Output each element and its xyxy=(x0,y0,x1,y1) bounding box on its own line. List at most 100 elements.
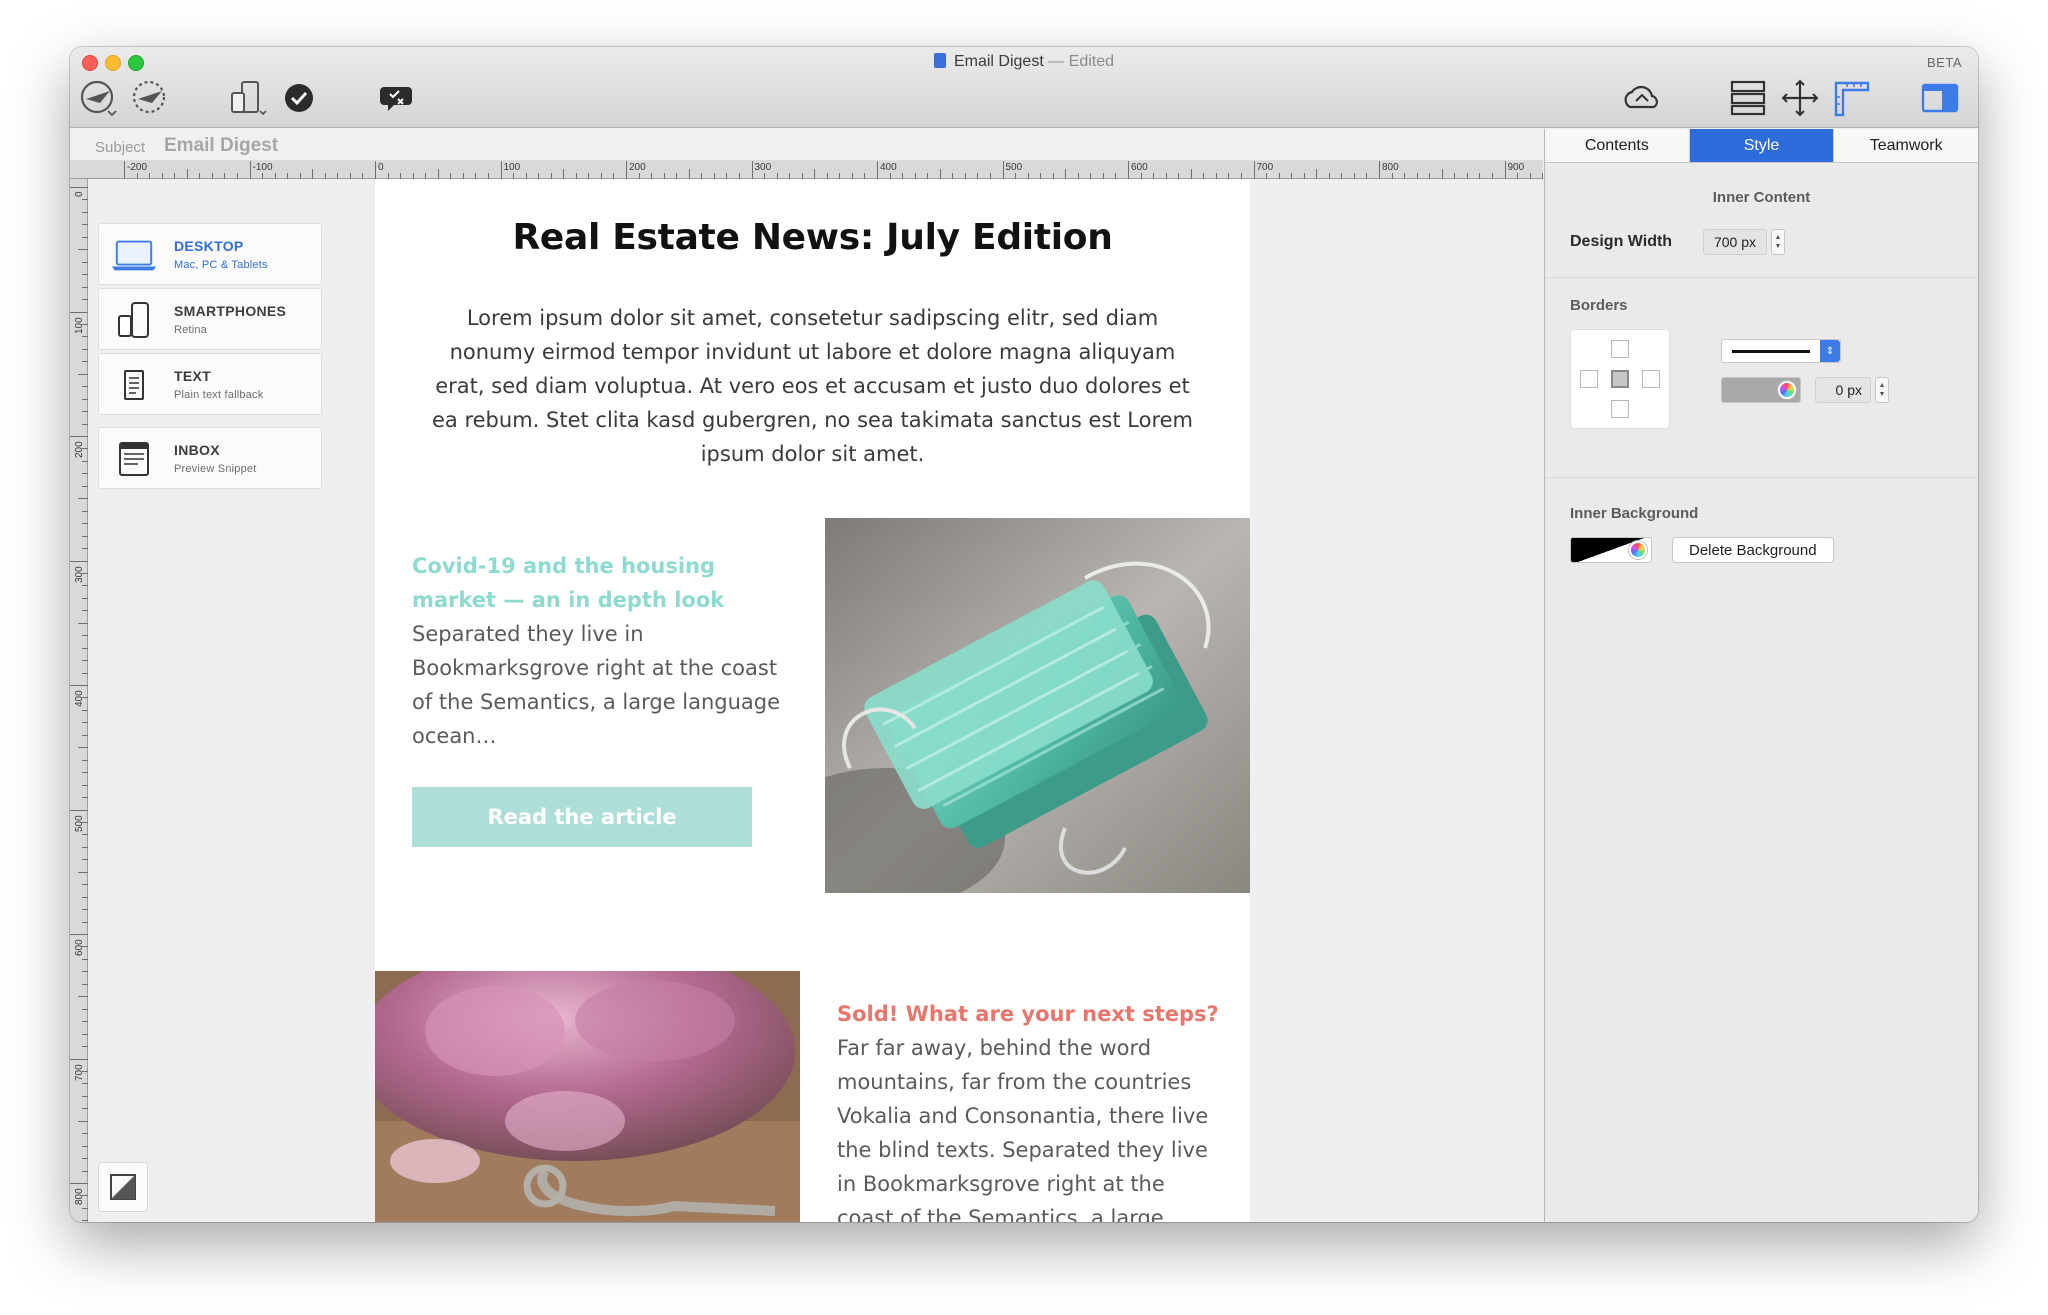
ruler-label: 500 xyxy=(1005,162,1023,173)
border-all-toggle[interactable] xyxy=(1611,370,1629,388)
ruler-tick xyxy=(70,311,88,313)
ruler-label: 300 xyxy=(74,565,85,583)
border-bottom-toggle[interactable] xyxy=(1611,400,1629,418)
spam-test-icon[interactable] xyxy=(378,79,422,117)
ruler-label: 0 xyxy=(378,162,384,173)
send-test-icon[interactable] xyxy=(78,79,122,117)
check-icon[interactable] xyxy=(282,79,316,117)
device-list: DESKTOP Mac, PC & Tablets SMARTPHONES Re… xyxy=(98,223,322,492)
layer-toggle-button[interactable] xyxy=(98,1162,148,1212)
ruler-tick xyxy=(1002,161,1004,179)
ruler-minor-tick xyxy=(1190,169,1192,179)
border-style-select[interactable]: ⇕ xyxy=(1721,339,1841,363)
border-left-toggle[interactable] xyxy=(1580,370,1598,388)
tab-teamwork[interactable]: Teamwork xyxy=(1834,129,1978,162)
device-subtitle: Mac, PC & Tablets xyxy=(174,259,268,271)
ruler-label: -200 xyxy=(127,162,148,173)
separator xyxy=(1545,277,1978,278)
borders-heading: Borders xyxy=(1570,297,1628,314)
ruler-minor-tick xyxy=(186,169,188,179)
ruler-tick xyxy=(70,809,88,811)
device-title: TEXT xyxy=(174,368,211,384)
ruler-tick xyxy=(1504,161,1506,179)
ruler-minor-tick xyxy=(1441,169,1443,179)
ruler-icon[interactable] xyxy=(1830,79,1874,117)
device-text[interactable]: TEXT Plain text fallback xyxy=(98,353,322,415)
ruler-label: 100 xyxy=(503,162,521,173)
ruler-label: 0 xyxy=(74,191,85,197)
document-name: Email Digest xyxy=(953,53,1044,70)
chevron-updown-icon: ⇕ xyxy=(1820,340,1840,362)
sidebar-toggle-icon[interactable] xyxy=(1918,79,1962,117)
device-inbox[interactable]: INBOX Preview Snippet xyxy=(98,427,322,489)
layout-blocks-icon[interactable] xyxy=(1726,79,1770,117)
email-title[interactable]: Real Estate News: July Edition xyxy=(375,217,1250,258)
tab-contents[interactable]: Contents xyxy=(1545,129,1690,162)
ruler-label: 300 xyxy=(754,162,772,173)
inbox-icon xyxy=(111,440,157,478)
ruler-minor-tick xyxy=(78,249,88,251)
border-top-toggle[interactable] xyxy=(1611,340,1629,358)
ruler-minor-tick xyxy=(939,169,941,179)
article-body[interactable]: Far far away, behind the word mountains,… xyxy=(837,1031,1227,1222)
schedule-send-icon[interactable] xyxy=(128,79,172,117)
device-preview-icon[interactable] xyxy=(226,79,270,117)
ruler-tick xyxy=(751,161,753,179)
toolbar: Email Digest — Edited BETA xyxy=(70,47,1978,128)
face-masks-image[interactable] xyxy=(825,518,1250,893)
article-heading[interactable]: Covid-19 and the housing market — an in … xyxy=(412,549,792,617)
email-preview: Real Estate News: July Edition Lorem ips… xyxy=(375,179,1250,1222)
layer-icon xyxy=(110,1174,136,1200)
subject-label: Subject xyxy=(95,139,146,156)
ruler-minor-tick xyxy=(688,169,690,179)
design-width-stepper[interactable]: ▲ ▼ xyxy=(1771,229,1785,255)
document-icon xyxy=(933,53,946,68)
ruler-minor-tick xyxy=(814,169,816,179)
ruler-minor-tick xyxy=(563,169,565,179)
design-canvas: DESKTOP Mac, PC & Tablets SMARTPHONES Re… xyxy=(88,179,1543,1222)
border-style-preview xyxy=(1732,350,1810,353)
phone-tablet-icon xyxy=(111,301,157,339)
ruler-tick xyxy=(877,161,878,179)
flowers-keys-image[interactable] xyxy=(375,971,800,1222)
ruler-tick xyxy=(70,934,88,935)
ruler-tick xyxy=(1128,161,1129,179)
ruler-label: 600 xyxy=(1131,162,1148,173)
device-smartphones[interactable]: SMARTPHONES Retina xyxy=(98,288,322,350)
device-desktop[interactable]: DESKTOP Mac, PC & Tablets xyxy=(98,223,322,285)
ruler-minor-tick xyxy=(78,498,88,500)
text-document-icon xyxy=(111,366,157,404)
design-width-field[interactable]: 700 px xyxy=(1703,229,1767,255)
move-icon[interactable] xyxy=(1778,79,1822,117)
ruler-minor-tick xyxy=(78,747,88,749)
laptop-icon xyxy=(111,236,157,274)
tab-style[interactable]: Style xyxy=(1689,129,1835,162)
ruler-minor-tick xyxy=(437,169,439,179)
design-width-label: Design Width xyxy=(1570,233,1673,250)
ruler-minor-tick xyxy=(78,373,88,375)
border-color-well[interactable] xyxy=(1721,377,1801,403)
vertical-ruler: 0 100 200 300 400 500 600 700 800 xyxy=(70,179,88,1222)
ruler-minor-tick xyxy=(312,169,314,179)
ruler-minor-tick xyxy=(78,871,88,873)
device-subtitle: Preview Snippet xyxy=(174,463,257,475)
article-heading[interactable]: Sold! What are your next steps? xyxy=(837,997,1227,1031)
ruler-label: 400 xyxy=(880,162,897,173)
background-color-well[interactable] xyxy=(1570,537,1652,563)
ruler-label: 600 xyxy=(74,939,85,956)
border-width-stepper[interactable]: ▲ ▼ xyxy=(1875,377,1889,403)
email-intro[interactable]: Lorem ipsum dolor sit amet, consetetur s… xyxy=(425,301,1200,471)
edited-status: — Edited xyxy=(1048,53,1115,70)
color-wheel-icon xyxy=(1629,541,1647,559)
delete-background-button[interactable]: Delete Background xyxy=(1672,537,1834,563)
border-width-field[interactable]: 0 px xyxy=(1815,377,1871,403)
border-right-toggle[interactable] xyxy=(1642,370,1660,388)
horizontal-ruler: -200 -100 0 100 200 300 400 500 600 700 800 900 xyxy=(70,161,1619,179)
article-body[interactable]: Separated they live in Bookmarksgrove ri… xyxy=(412,617,792,753)
cloud-sync-icon[interactable] xyxy=(1620,79,1664,117)
ruler-tick xyxy=(375,161,376,179)
subject-input[interactable]: Email Digest xyxy=(164,135,278,157)
ruler-tick xyxy=(1379,161,1380,179)
read-article-button[interactable]: Read the article xyxy=(412,787,752,847)
ruler-tick xyxy=(124,161,125,179)
